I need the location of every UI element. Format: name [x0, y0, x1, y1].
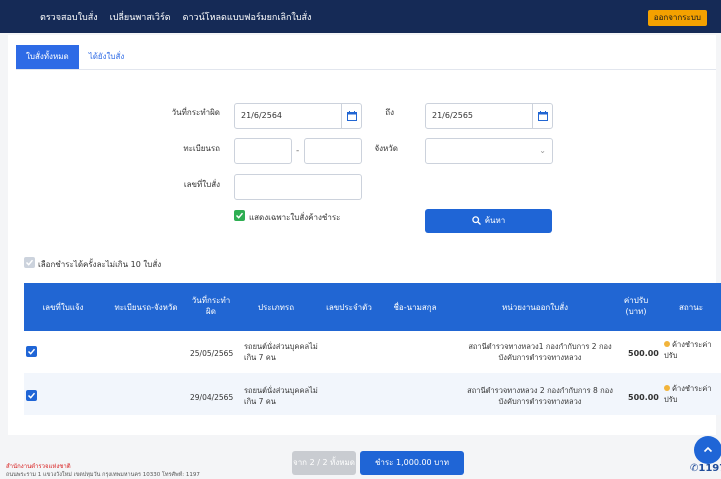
issuing-agency: สถานีตำรวจทางหลวง1 กองกำกับการ 2 กองบังค…	[468, 342, 612, 362]
date-to-field[interactable]: 21/6/2565	[425, 103, 553, 129]
row-checkbox[interactable]	[26, 390, 37, 401]
vehicle-type: รถยนต์นั่งส่วนบุคคลไม่เกิน 7 คน	[244, 342, 318, 362]
plate-separator: -	[296, 146, 300, 156]
search-icon	[471, 216, 481, 225]
col-notice-number: เลขที่ใบแจ้ง	[42, 303, 84, 312]
status-dot	[664, 385, 670, 391]
col-vehicle-type: ประเภทรถ	[257, 303, 295, 312]
date-to-label: ถึง	[385, 108, 394, 117]
date-from-label: วันที่กระทำผิด	[171, 108, 220, 117]
province-label: จังหวัด	[374, 144, 398, 153]
search-button-label: ค้นหา	[484, 216, 506, 225]
col-offense-date: วันที่กระทำผิด	[191, 296, 231, 316]
tab-bar: ใบสั่งทั้งหมด ได้ยังใบสั่ง	[16, 45, 134, 69]
tab-tickets-paid[interactable]: ได้ยังใบสั่ง	[79, 45, 135, 69]
vehicle-type: รถยนต์นั่งส่วนบุคคลไม่เกิน 7 คน	[244, 386, 318, 406]
date-from-field[interactable]: 21/6/2564	[234, 103, 362, 129]
logout-button[interactable]: ออกจากระบบ	[647, 10, 707, 26]
footer-org-name: สำนักงานตำรวจแห่งชาติ	[6, 463, 71, 470]
scroll-to-top-button[interactable]	[694, 436, 721, 464]
nav-change-password[interactable]: เปลี่ยนพาสเวิร์ด	[110, 10, 171, 24]
plate-prefix-input[interactable]	[234, 138, 292, 164]
status-text: ค้างชำระค่าปรับ	[664, 340, 712, 360]
fine-amount: 500.00	[628, 393, 659, 402]
offense-date: 25/05/2565	[190, 349, 234, 358]
bulk-pay-note: เลือกชำระได้ครั้งละไม่เกิน 10 ใบสั่ง	[38, 260, 162, 269]
col-full-name: ชื่อ-นามสกุล	[393, 303, 437, 312]
calendar-icon[interactable]	[532, 104, 552, 128]
col-issuing-agency: หน่วยงานออกใบสั่ง	[501, 303, 568, 312]
hotline-number[interactable]: ✆1197	[690, 463, 721, 474]
hotline-text: 1197	[698, 463, 721, 474]
row-checkbox[interactable]	[26, 346, 37, 357]
date-from-value: 21/6/2564	[241, 111, 283, 120]
fine-amount: 500.00	[628, 349, 659, 358]
status-badge: ค้างชำระค่าปรับ	[664, 339, 712, 361]
nav-check-tickets[interactable]: ตรวจสอบใบสั่ง	[40, 10, 98, 24]
status-dot	[664, 341, 670, 347]
plate-number-input[interactable]	[304, 138, 362, 164]
issuing-agency: สถานีตำรวจทางหลวง 2 กองกำกับการ 8 กองบัง…	[467, 386, 613, 406]
col-fine: ค่าปรับ (บาท)	[623, 296, 649, 316]
offense-date: 29/04/2565	[190, 393, 234, 402]
province-select[interactable]: ⌄	[425, 138, 553, 164]
ticket-number-input[interactable]	[234, 174, 362, 200]
plate-label: ทะเบียนรถ	[183, 144, 220, 153]
search-button[interactable]: ค้นหา	[425, 209, 552, 233]
page-indicator: จาก 2 / 2 ทั้งหมด	[292, 451, 356, 475]
ticket-number-label: เลขที่ใบสั่ง	[183, 180, 220, 189]
col-id-number: เลขประจำตัว	[326, 303, 372, 312]
table-row[interactable]: 29/04/2565 รถยนต์นั่งส่วนบุคคลไม่เกิน 7 …	[24, 373, 721, 415]
col-plate-province: ทะเบียนรถ-จังหวัด	[114, 303, 178, 312]
tab-all-tickets[interactable]: ใบสั่งทั้งหมด	[16, 45, 79, 69]
select-all-checkbox[interactable]	[24, 257, 35, 268]
date-to-value: 21/6/2565	[432, 111, 474, 120]
status-badge: ค้างชำระค่าปรับ	[664, 383, 712, 405]
chevron-down-icon: ⌄	[539, 146, 546, 155]
tab-divider	[16, 69, 716, 70]
pay-button[interactable]: ชำระ 1,000.00 บาท	[360, 451, 464, 475]
table-row[interactable]: 25/05/2565 รถยนต์นั่งส่วนบุคคลไม่เกิน 7 …	[24, 331, 721, 373]
nav-download-form[interactable]: ดาวน์โหลดแบบฟอร์มยกเลิกใบสั่ง	[183, 10, 312, 24]
status-text: ค้างชำระค่าปรับ	[664, 384, 712, 404]
calendar-icon[interactable]	[341, 104, 361, 128]
unpaid-only-checkbox[interactable]	[234, 210, 245, 221]
top-navbar: ตรวจสอบใบสั่ง เปลี่ยนพาสเวิร์ด ดาวน์โหลด…	[0, 0, 721, 33]
col-status: สถานะ	[679, 303, 703, 312]
chevron-up-icon	[703, 446, 713, 453]
unpaid-only-label: แสดงเฉพาะใบสั่งค้างชำระ	[249, 213, 341, 222]
table-header: เลขที่ใบแจ้ง ทะเบียนรถ-จังหวัด วันที่กระ…	[24, 283, 721, 331]
